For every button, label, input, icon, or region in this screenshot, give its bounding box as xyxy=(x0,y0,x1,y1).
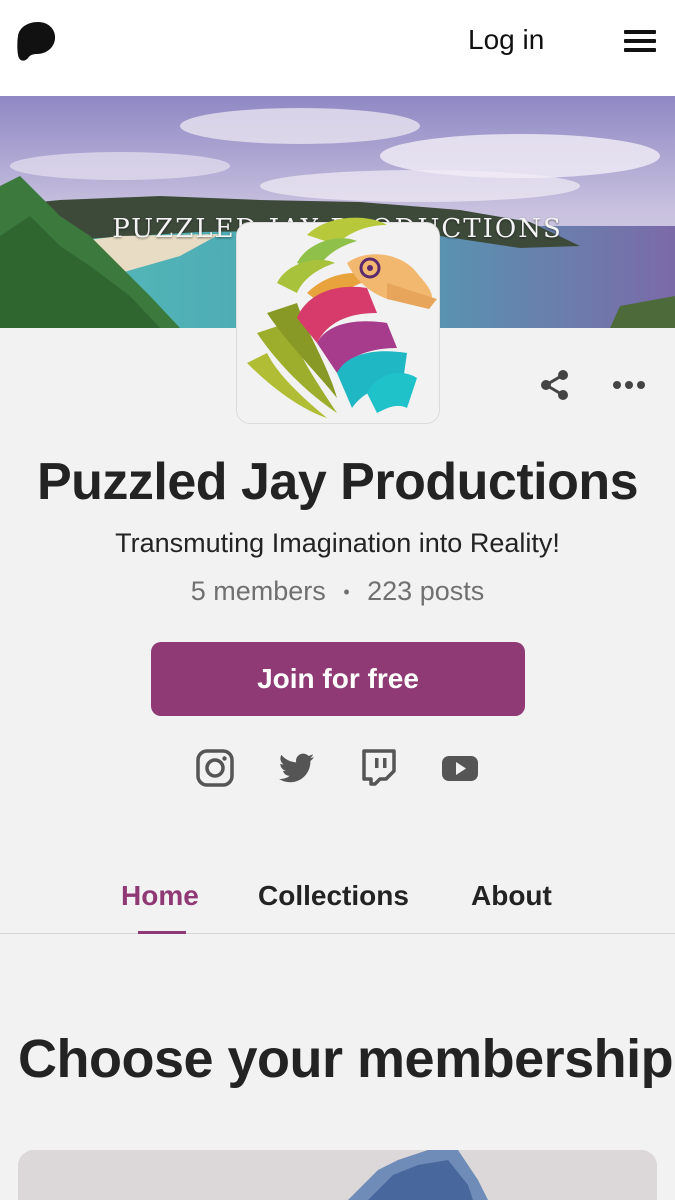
tab-about[interactable]: About xyxy=(471,880,552,912)
tier-card-image xyxy=(18,1150,657,1200)
stats-separator: • xyxy=(343,582,350,603)
active-tab-indicator xyxy=(138,931,186,934)
creator-avatar xyxy=(236,217,440,424)
instagram-icon[interactable] xyxy=(195,748,235,788)
hamburger-menu-icon[interactable] xyxy=(624,28,656,54)
top-bar: Log in xyxy=(0,0,675,96)
more-options-icon[interactable] xyxy=(612,378,646,392)
patreon-logo-icon[interactable] xyxy=(16,20,56,62)
youtube-icon[interactable] xyxy=(440,748,480,788)
tab-collections[interactable]: Collections xyxy=(258,880,409,912)
share-icon[interactable] xyxy=(538,368,572,402)
twitter-icon[interactable] xyxy=(277,748,317,788)
creator-stats: 5 members • 223 posts xyxy=(0,576,675,607)
members-count: 5 members xyxy=(190,576,326,606)
twitch-icon[interactable] xyxy=(358,748,398,788)
profile-tabs: Home Collections About xyxy=(0,870,675,934)
tab-home[interactable]: Home xyxy=(121,880,199,912)
join-button[interactable]: Join for free xyxy=(151,642,525,716)
creator-tagline: Transmuting Imagination into Reality! xyxy=(115,528,560,558)
membership-tier-card[interactable] xyxy=(18,1150,657,1200)
creator-name: Puzzled Jay Productions xyxy=(36,453,639,511)
posts-count: 223 posts xyxy=(367,576,485,606)
membership-heading: Choose your membership xyxy=(18,1029,674,1089)
login-link[interactable]: Log in xyxy=(468,22,544,58)
